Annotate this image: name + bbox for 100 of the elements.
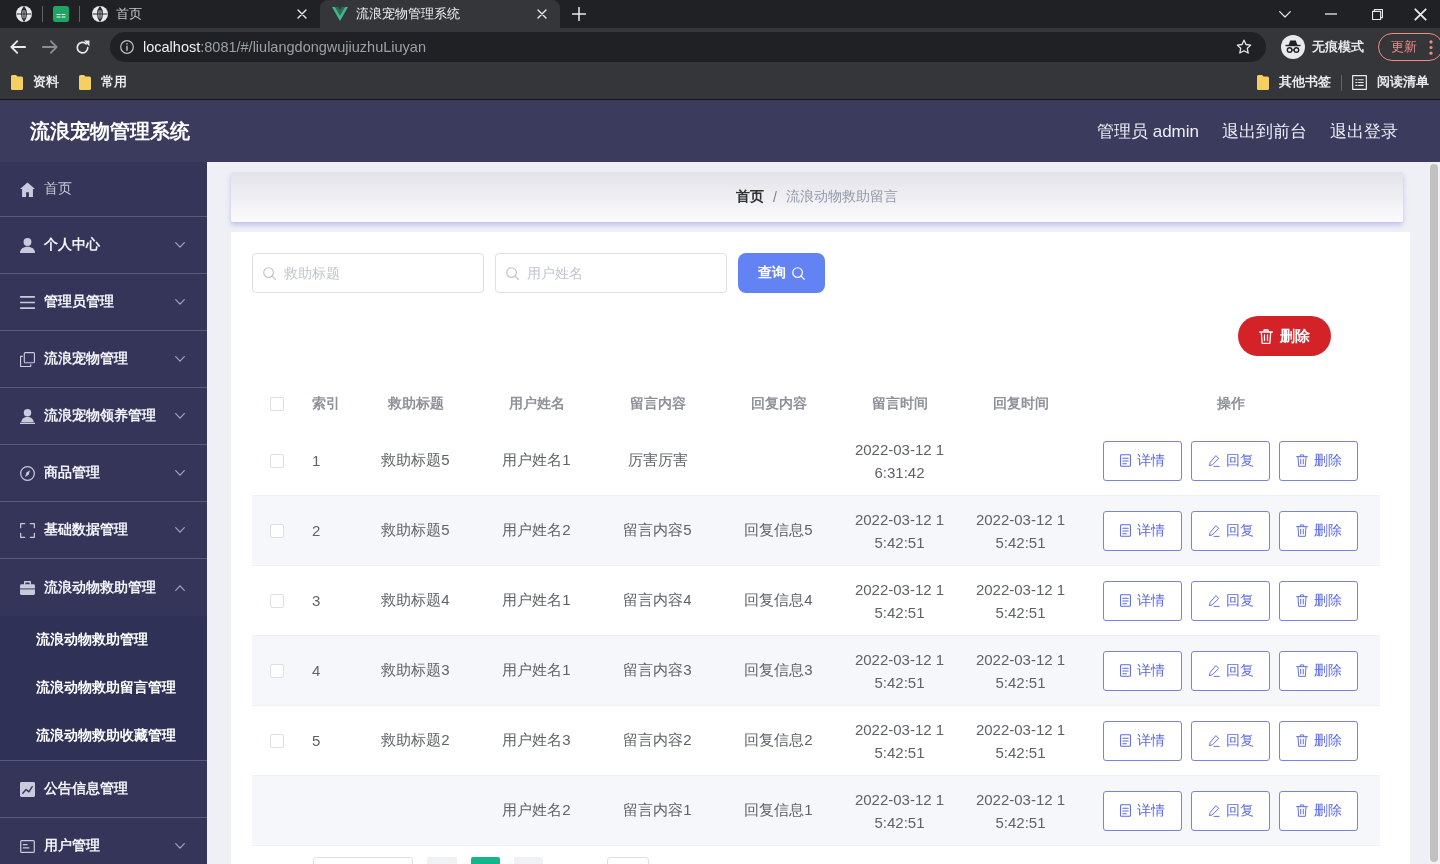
reply-button[interactable]: 回复 (1191, 440, 1270, 481)
table-cell-text: 2022-03-12 15:42:51 (974, 789, 1067, 833)
row-checkbox[interactable] (270, 663, 284, 678)
frontend-link[interactable]: 退出到前台 (1222, 119, 1307, 143)
column-header: 回复内容 (750, 395, 807, 413)
pencil-icon (1207, 594, 1220, 607)
table-cell: 回复信息5 (744, 521, 813, 540)
column-header: 操作 (1216, 395, 1245, 413)
reply-button[interactable]: 回复 (1191, 510, 1270, 551)
document-icon (1120, 664, 1131, 677)
trash-icon (1259, 328, 1273, 344)
chart-icon (20, 781, 35, 797)
star-icon (1236, 39, 1252, 55)
more-icon (1429, 39, 1433, 55)
reading-list-icon (1352, 75, 1367, 90)
table-cell: 留言内容3 (623, 661, 692, 680)
search-field[interactable]: 救助标题 (252, 253, 484, 293)
delete-button[interactable]: 删除 (1279, 580, 1358, 621)
address-bar[interactable]: localhost:8081/#/liulangdongwujiuzhuLiuyan (110, 32, 1266, 62)
document-icon (1120, 594, 1131, 607)
incognito-button[interactable]: 无痕模式 (1276, 33, 1372, 61)
column-header: 用户姓名 (508, 395, 565, 413)
search-field[interactable]: 用户姓名 (495, 253, 727, 293)
app-tile-icon (53, 6, 69, 22)
pencil-icon (1207, 734, 1220, 747)
reply-button[interactable]: 回复 (1191, 790, 1270, 831)
details-button[interactable]: 详情 (1103, 510, 1182, 551)
chevron-down-icon (1279, 10, 1291, 18)
table-cell-text: 2022-03-12 15:42:51 (853, 579, 946, 623)
table-cell: 用户姓名1 (502, 451, 571, 470)
plus-icon (572, 7, 586, 21)
browser-tab[interactable]: 首页 (80, 0, 320, 28)
browser-tab[interactable]: 流浪宠物管理系统 (320, 0, 560, 28)
document-icon (1120, 454, 1131, 467)
delete-button[interactable]: 删除 (1279, 790, 1358, 831)
incognito-icon (1281, 35, 1305, 59)
breadcrumb-link[interactable]: 首页 (736, 188, 765, 206)
table-cell: 用户姓名1 (502, 661, 571, 680)
delete-button[interactable]: 删除 (1279, 510, 1358, 551)
table-cell-text: 2022-03-12 15:42:51 (853, 789, 946, 833)
compass-icon (20, 465, 35, 481)
table-cell: 4 (312, 662, 321, 679)
trash-icon (1295, 594, 1308, 607)
table-cell: 救助标题3 (381, 661, 450, 680)
row-checkbox[interactable] (270, 733, 284, 748)
reply-button[interactable]: 回复 (1191, 580, 1270, 621)
scrollbar[interactable] (1428, 162, 1440, 864)
pencil-icon (1207, 454, 1220, 467)
user-icon (20, 237, 35, 253)
logout-link[interactable]: 退出登录 (1330, 119, 1398, 143)
submenu-item[interactable]: 流浪动物救助收藏管理 (0, 712, 207, 760)
details-button[interactable]: 详情 (1103, 720, 1182, 761)
details-button[interactable]: 详情 (1103, 440, 1182, 481)
bookmark-star-button[interactable] (1236, 39, 1252, 55)
delete-selected-button[interactable]: 删除 (1238, 316, 1331, 356)
table-cell: 5 (312, 732, 321, 749)
bookmark-item[interactable]: 常用 (72, 69, 134, 96)
details-button[interactable]: 详情 (1103, 790, 1182, 831)
person-icon (20, 408, 35, 424)
document-icon (1120, 804, 1131, 817)
details-button[interactable]: 详情 (1103, 580, 1182, 621)
submenu-item[interactable]: 流浪动物救助管理 (0, 616, 207, 664)
table-cell: 用户姓名2 (502, 521, 571, 540)
submenu-item[interactable]: 流浪动物救助留言管理 (0, 664, 207, 712)
bookmark-item[interactable]: 资料 (4, 69, 66, 96)
table-cell-text: 2022-03-12 15:42:51 (853, 509, 946, 553)
forward-arrow-icon (42, 40, 58, 54)
reply-button[interactable]: 回复 (1191, 720, 1270, 761)
column-header: 索引 (312, 395, 340, 413)
table-cell: 救助标题5 (381, 451, 450, 470)
copy-icon (20, 351, 35, 367)
trash-icon (1295, 664, 1308, 677)
bookmark-item[interactable]: 其他书签 (1250, 69, 1338, 96)
account-link[interactable]: 管理员 admin (1096, 119, 1199, 143)
table-cell: 2 (312, 522, 321, 539)
delete-button[interactable]: 删除 (1279, 720, 1358, 761)
row-checkbox[interactable] (270, 523, 284, 538)
reply-button[interactable]: 回复 (1191, 650, 1270, 691)
row-checkbox[interactable] (270, 593, 284, 608)
table-cell: 回复信息4 (744, 591, 813, 610)
breadcrumb-current: 流浪动物救助留言 (785, 188, 898, 206)
table-cell-text: 2022-03-12 15:42:51 (974, 579, 1067, 623)
table-cell: 回复信息2 (744, 731, 813, 750)
table-cell: 留言内容4 (623, 591, 692, 610)
search-icon (506, 267, 519, 280)
bookmark-item[interactable]: 阅读清单 (1345, 69, 1436, 96)
pencil-icon (1207, 524, 1220, 537)
sidebar-item[interactable]: 流浪动物救助管理 (0, 559, 207, 616)
delete-button[interactable]: 删除 (1279, 650, 1358, 691)
url-host-text: localhost (143, 39, 201, 55)
row-checkbox[interactable] (270, 453, 284, 468)
folder-icon (11, 75, 23, 90)
details-button[interactable]: 详情 (1103, 650, 1182, 691)
close-icon (1413, 7, 1427, 21)
select-all-checkbox[interactable] (270, 397, 284, 411)
table-cell: 厉害厉害 (627, 451, 688, 470)
folder-icon (1257, 75, 1269, 90)
home-icon (20, 181, 35, 197)
column-header: 留言内容 (629, 395, 686, 413)
delete-button[interactable]: 删除 (1279, 440, 1358, 481)
